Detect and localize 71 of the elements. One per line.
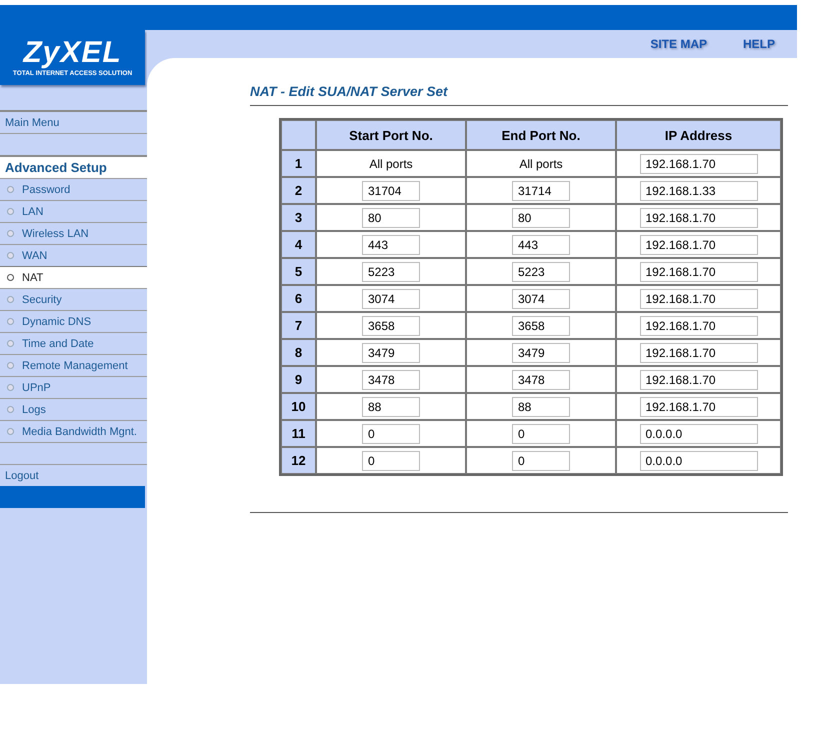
- page-title: NAT - Edit SUA/NAT Server Set: [250, 84, 788, 106]
- ip-address-field[interactable]: 192.168.1.33: [640, 180, 758, 200]
- logout-link[interactable]: Logout: [0, 465, 147, 486]
- row-number: 12: [281, 447, 316, 474]
- section-heading: Advanced Setup: [0, 157, 147, 179]
- end-port-field[interactable]: 88: [512, 396, 570, 416]
- ip-address-field[interactable]: 192.168.1.70: [640, 154, 758, 174]
- column-header: End Port No.: [466, 120, 616, 150]
- bullet-icon: [7, 296, 14, 303]
- row-number: 5: [281, 258, 316, 285]
- row-number: 3: [281, 204, 316, 231]
- end-port-field[interactable]: 3478: [512, 370, 570, 390]
- bullet-icon: [7, 186, 14, 193]
- start-port-field[interactable]: 0: [362, 424, 420, 444]
- row-number: 8: [281, 339, 316, 366]
- ip-address-field[interactable]: 192.168.1.70: [640, 208, 758, 228]
- bullet-icon: [7, 230, 14, 237]
- sidebar-item[interactable]: NAT: [0, 266, 147, 289]
- row-number: 9: [281, 366, 316, 393]
- start-port-field[interactable]: 3479: [362, 342, 420, 362]
- bullet-icon: [7, 318, 14, 325]
- ip-address-field[interactable]: 192.168.1.70: [640, 262, 758, 282]
- nav-link[interactable]: HELP: [742, 37, 775, 51]
- end-port-field[interactable]: 3479: [512, 342, 570, 362]
- row-number: 2: [281, 177, 316, 204]
- end-port-field[interactable]: 3658: [512, 316, 570, 336]
- end-port-text: All ports: [519, 156, 563, 170]
- column-header: Start Port No.: [316, 120, 466, 150]
- column-header: IP Address: [616, 120, 781, 150]
- bullet-icon: [7, 362, 14, 369]
- ip-address-field[interactable]: 0.0.0.0: [640, 450, 758, 470]
- bullet-icon: [7, 406, 14, 413]
- start-port-field[interactable]: 0: [362, 450, 420, 470]
- end-port-field[interactable]: 80: [512, 208, 570, 228]
- bullet-icon: [7, 252, 14, 259]
- row-number: 10: [281, 393, 316, 420]
- row-number: 11: [281, 420, 316, 447]
- start-port-field[interactable]: 3478: [362, 370, 420, 390]
- start-port-field[interactable]: 3074: [362, 288, 420, 308]
- bullet-icon: [7, 340, 14, 347]
- ip-address-field[interactable]: 192.168.1.70: [640, 234, 758, 254]
- start-port-field[interactable]: 443: [362, 234, 420, 254]
- ip-address-field[interactable]: 192.168.1.70: [640, 288, 758, 308]
- end-port-field[interactable]: 443: [512, 234, 570, 254]
- ip-address-field[interactable]: 192.168.1.70: [640, 370, 758, 390]
- bullet-icon: [7, 428, 14, 435]
- ip-address-field[interactable]: 0.0.0.0: [640, 424, 758, 444]
- row-number: 1: [281, 150, 316, 177]
- end-port-field[interactable]: 0: [512, 450, 570, 470]
- nav-link[interactable]: SITE MAP: [650, 37, 707, 51]
- ip-address-field[interactable]: 192.168.1.70: [640, 342, 758, 362]
- bullet-icon: [7, 208, 14, 215]
- bullet-icon: [7, 274, 14, 281]
- ip-address-field[interactable]: 192.168.1.70: [640, 396, 758, 416]
- row-number: 7: [281, 312, 316, 339]
- end-port-field[interactable]: 31714: [512, 180, 570, 200]
- ip-address-field[interactable]: 192.168.1.70: [640, 316, 758, 336]
- bullet-icon: [7, 384, 14, 391]
- start-port-field[interactable]: 80: [362, 208, 420, 228]
- end-port-field[interactable]: 5223: [512, 262, 570, 282]
- start-port-field[interactable]: 3658: [362, 316, 420, 336]
- start-port-text: All ports: [369, 156, 413, 170]
- row-number: 6: [281, 285, 316, 312]
- end-port-field[interactable]: 3074: [512, 288, 570, 308]
- start-port-field[interactable]: 31704: [362, 180, 420, 200]
- header-cell: [281, 120, 316, 150]
- row-number: 4: [281, 231, 316, 258]
- start-port-field[interactable]: 5223: [362, 262, 420, 282]
- end-port-field[interactable]: 0: [512, 424, 570, 444]
- start-port-field[interactable]: 88: [362, 396, 420, 416]
- logo-text: ZyXEL: [23, 38, 122, 68]
